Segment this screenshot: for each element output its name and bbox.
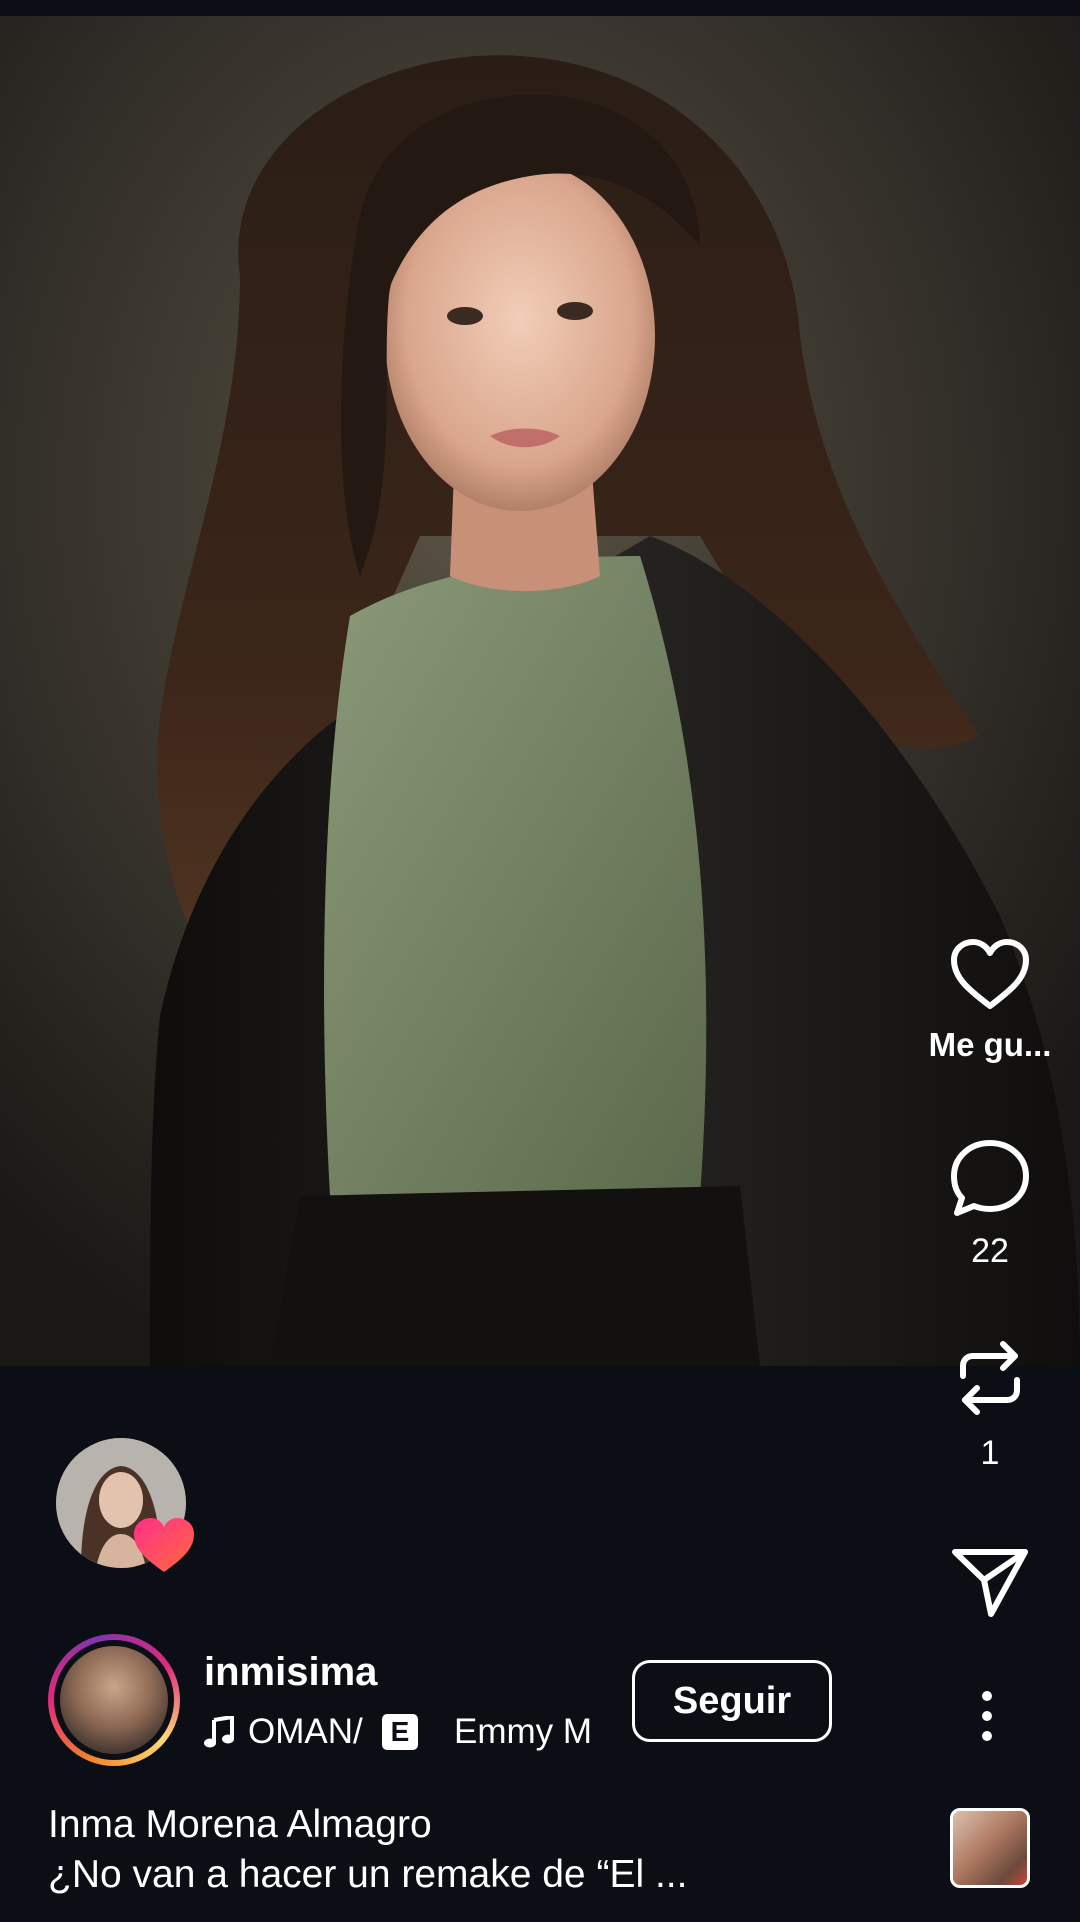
music-artist: Emmy M [454,1712,593,1751]
heart-filled-icon [134,1518,194,1572]
speech-bubble-icon [951,1140,1029,1216]
share-action[interactable] [920,1546,1060,1618]
repost-count: 1 [980,1434,1000,1472]
author-avatar-photo [60,1646,168,1754]
caption-line-2: ¿No van a hacer un remake de “El ... [48,1853,688,1896]
repost-action[interactable]: 1 [920,1336,1060,1473]
follow-button[interactable]: Seguir [632,1660,832,1742]
author-avatar[interactable] [48,1634,180,1766]
vertical-ellipsis-icon[interactable] [976,1690,998,1742]
post-caption[interactable]: Inma Morena Almagro ¿No van a hacer un r… [48,1800,948,1900]
portrait-illustration [0,16,1080,1366]
heart-outline-icon [951,939,1029,1009]
music-note-icon [204,1716,234,1748]
comment-count: 22 [971,1232,1009,1270]
caption-line-1: Inma Morena Almagro [48,1803,432,1846]
paper-plane-icon [952,1549,1028,1617]
comment-action[interactable]: 22 [920,1138,1060,1271]
music-attribution[interactable]: /OMAN E Emmy M [204,1708,604,1756]
author-username[interactable]: inmisima [204,1650,377,1695]
reel-photo[interactable] [0,16,1080,1366]
repost-arrows-icon [960,1341,1020,1415]
explicit-badge: E [382,1714,418,1750]
like-action[interactable]: Me gu... [920,938,1060,1064]
music-song-title: /OMAN [248,1712,363,1751]
audio-thumbnail[interactable] [950,1808,1030,1888]
like-label: Me gu... [928,1026,1052,1063]
reel-screen: Me gu... 22 1 inmisima /OMAN E Emmy M Se… [0,0,1080,1922]
